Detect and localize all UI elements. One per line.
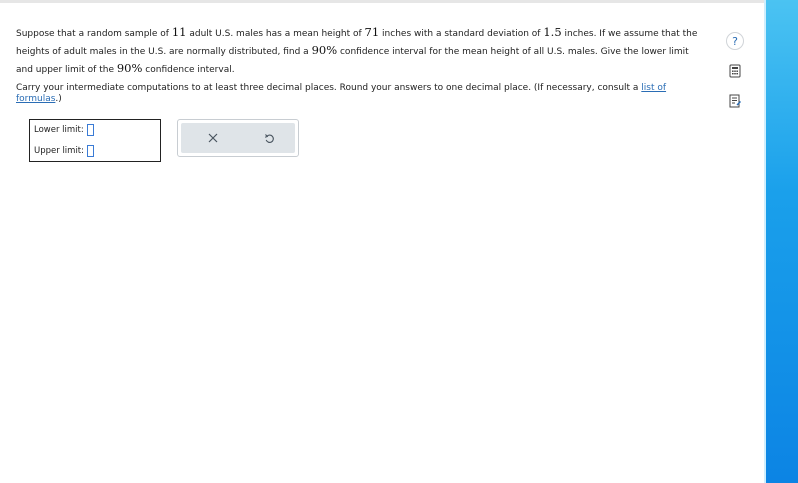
confidence-level: 90%: [311, 43, 338, 57]
lower-limit-label: Lower limit:: [34, 125, 84, 135]
calculator-button[interactable]: [722, 58, 748, 84]
text-segment: inches with a standard deviation of: [379, 29, 544, 39]
notes-button[interactable]: [722, 88, 748, 114]
instructions-paragraph: Carry your intermediate computations to …: [16, 83, 706, 105]
standard-deviation: 1.5: [543, 25, 562, 39]
question-content: Suppose that a random sample of 11 adult…: [16, 24, 706, 105]
top-divider: [0, 0, 764, 3]
sample-size: 11: [171, 25, 187, 39]
side-panel: [764, 0, 798, 483]
help-button[interactable]: ?: [722, 28, 748, 54]
question-paragraph: Suppose that a random sample of 11 adult…: [16, 24, 706, 78]
question-mark-icon: ?: [726, 32, 744, 50]
text-segment: adult U.S. males has a mean height of: [186, 29, 365, 39]
text-segment: Carry your intermediate computations to …: [16, 83, 642, 93]
text-segment: confidence interval.: [142, 65, 235, 75]
upper-limit-row: Upper limit:: [34, 145, 94, 157]
text-segment: .): [55, 94, 62, 104]
undo-icon: [264, 133, 274, 143]
upper-limit-input[interactable]: [87, 145, 94, 157]
clear-button[interactable]: [203, 129, 223, 147]
answer-actions: [177, 119, 299, 157]
calculator-icon: [729, 64, 741, 78]
sample-mean: 71: [364, 25, 380, 39]
notes-icon: [729, 94, 741, 108]
x-icon: [208, 133, 218, 143]
lower-limit-row: Lower limit:: [34, 124, 94, 136]
answer-box: Lower limit: Upper limit:: [29, 119, 161, 162]
text-segment: Suppose that a random sample of: [16, 29, 172, 39]
upper-limit-label: Upper limit:: [34, 146, 84, 156]
answer-actions-bar: [181, 123, 295, 153]
lower-limit-input[interactable]: [86, 124, 94, 136]
undo-button[interactable]: [259, 129, 279, 147]
confidence-level: 90%: [116, 61, 143, 75]
